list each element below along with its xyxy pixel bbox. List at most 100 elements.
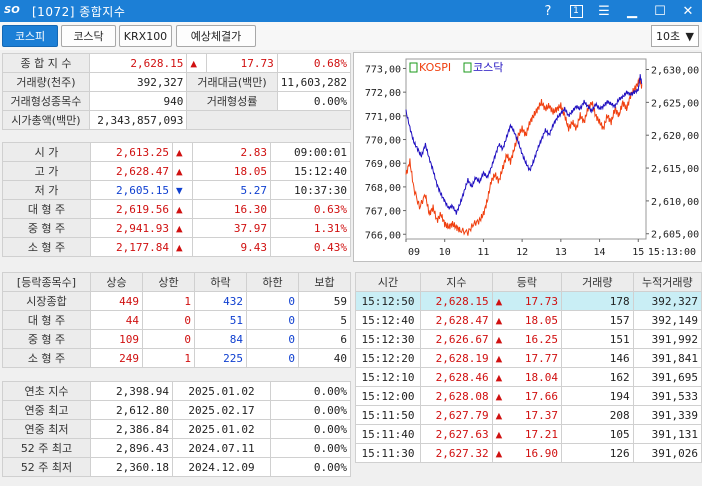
tick-cum-volume: 391,841 xyxy=(632,348,702,368)
table-row: 대 형 주 2,619.56 ▲ 16.30 0.63% xyxy=(2,199,351,219)
traded-issues-value: 940 xyxy=(88,91,188,111)
chart-svg: 773,00 772,00 771,00 770,00 769,00 768,00 767,… xyxy=(365,58,699,258)
lower-limit-value: 0 xyxy=(246,310,299,330)
tick-cum-volume: 391,026 xyxy=(632,443,702,463)
table-row: 중 형 주 2,941.93 ▲ 37.97 1.31% xyxy=(2,218,351,238)
tick-change: 16.90 xyxy=(524,446,559,460)
ohlc-label: 시 가 xyxy=(2,142,91,162)
tick-time: 15:12:30 xyxy=(354,329,422,349)
menu-icon[interactable]: ☰ xyxy=(590,0,618,22)
single-window-label: 1 xyxy=(569,4,583,18)
tab-kosdaq[interactable]: 코스닥 xyxy=(61,25,116,47)
y-right-tick-label: 2,615,00 xyxy=(651,164,699,175)
y-right-tick-label: 2,610,00 xyxy=(651,197,699,208)
intraday-chart[interactable]: 773,00 772,00 771,00 770,00 769,00 768,00 767,… xyxy=(353,52,702,262)
chevron-down-icon: ▼ xyxy=(685,29,694,43)
annual-table: 연초 지수 2,398.94 2025.01.02 0.00% 연중 최고 2,612.8… xyxy=(2,381,351,477)
x-tick-label: 12 xyxy=(516,247,528,258)
up-arrow-icon: ▲ 17.73 xyxy=(491,291,563,311)
tab-kospi[interactable]: 코스피 xyxy=(2,25,58,47)
y-left-tick-label: 767,00 xyxy=(365,207,401,218)
tick-time: 15:12:50 xyxy=(354,291,422,311)
table-row: [등락종목수] 상승 상한 하락 하한 보합 xyxy=(2,272,351,292)
table-row: 15:12:30 2,626.67 ▲ 16.25 151 391,992 xyxy=(354,329,702,349)
ticks-header: 누적거래량 xyxy=(632,272,702,292)
up-arrow-icon: ▲ xyxy=(172,199,193,219)
tick-time: 15:12:00 xyxy=(354,386,422,406)
annual-label: 연초 지수 xyxy=(2,381,91,401)
annual-rate: 0.00% xyxy=(270,457,351,477)
volume-value: 392,327 xyxy=(88,72,188,92)
tick-volume: 105 xyxy=(561,424,634,444)
lower-limit-value: 0 xyxy=(246,291,299,311)
ohlc-value: 2,605.15 xyxy=(90,180,173,200)
legend-kosdaq: 코스닥 xyxy=(473,61,503,74)
table-row: 연중 최고 2,612.80 2025.02.17 0.00% xyxy=(2,400,351,420)
annual-rate: 0.00% xyxy=(270,381,351,401)
interval-value: 10초 xyxy=(656,30,681,43)
tick-volume: 208 xyxy=(561,405,634,425)
summary-label: 거래형성종목수 xyxy=(2,91,90,111)
tick-cum-volume: 391,695 xyxy=(632,367,702,387)
tick-change: 17.21 xyxy=(524,427,559,441)
tick-cum-volume: 391,992 xyxy=(632,329,702,349)
ohlc-value: 2,628.47 xyxy=(90,161,173,181)
ohlc-rate: 1.31% xyxy=(270,218,351,238)
tick-cum-volume: 392,327 xyxy=(632,291,702,311)
up-arrow-icon: ▲ xyxy=(172,218,193,238)
annual-date: 2025.01.02 xyxy=(172,419,271,439)
close-icon[interactable]: ✕ xyxy=(674,0,702,22)
tick-cum-volume: 391,533 xyxy=(632,386,702,406)
ohlc-change: 5.27 xyxy=(192,180,271,200)
table-row: 15:12:50 2,628.15 ▲ 17.73 178 392,327 xyxy=(354,291,702,311)
tab-expected-price[interactable]: 예상체결가 xyxy=(176,25,256,47)
annual-index: 2,896.43 xyxy=(90,438,173,458)
breadth-label: 소 형 주 xyxy=(2,348,91,368)
tick-time: 15:11:30 xyxy=(354,443,422,463)
breadth-label: 시장종합 xyxy=(2,291,91,311)
tick-volume: 151 xyxy=(561,329,634,349)
y-left-tick-label: 770,00 xyxy=(365,136,401,147)
up-arrow-icon: ▲ 18.05 xyxy=(491,310,563,330)
ohlc-label: 대 형 주 xyxy=(2,199,91,219)
window-title: [1072] 종합지수 xyxy=(32,4,126,19)
ohlc-label: 중 형 주 xyxy=(2,218,91,238)
plot-area xyxy=(405,58,647,240)
table-row: 종 합 지 수 2,628.15 ▲ 17.73 0.68% xyxy=(2,53,352,73)
ohlc-rate: 0.43% xyxy=(270,237,351,257)
tick-index: 2,628.47 xyxy=(420,310,493,330)
table-row: 연초 지수 2,398.94 2025.01.02 0.00% xyxy=(2,381,351,401)
tick-index: 2,628.15 xyxy=(420,291,493,311)
minimize-icon[interactable]: ▁ xyxy=(618,0,646,22)
single-window-icon[interactable]: 1 xyxy=(562,0,590,22)
upper-limit-value: 0 xyxy=(142,329,195,349)
annual-label: 52 주 최저 xyxy=(2,457,91,477)
toolbar: 코스피 코스닥 KRX100 예상체결가 10초 ▼ xyxy=(0,22,702,50)
unchanged-value: 6 xyxy=(298,329,351,349)
annual-date: 2025.01.02 xyxy=(172,381,271,401)
ohlc-change: 9.43 xyxy=(192,237,271,257)
tab-krx100[interactable]: KRX100 xyxy=(119,25,172,47)
tick-index: 2,626.67 xyxy=(420,329,493,349)
summary-label: 거래형성률 xyxy=(186,91,278,111)
x-tick-label: 09 xyxy=(408,247,420,258)
table-row: 52 주 최저 2,360.18 2024.12.09 0.00% xyxy=(2,457,351,477)
maximize-icon[interactable]: ☐ xyxy=(646,0,674,22)
tick-change: 18.04 xyxy=(524,370,559,384)
x-tick-label: 11 xyxy=(477,247,489,258)
tick-change: 16.25 xyxy=(524,332,559,346)
annual-date: 2024.12.09 xyxy=(172,457,271,477)
interval-select[interactable]: 10초 ▼ xyxy=(651,25,699,47)
table-row: 15:11:30 2,627.32 ▲ 16.90 126 391,026 xyxy=(354,443,702,463)
ohlc-value: 2,941.93 xyxy=(90,218,173,238)
tick-cum-volume: 391,339 xyxy=(632,405,702,425)
help-icon[interactable]: ? xyxy=(534,0,562,22)
ticks-header: 등락 xyxy=(491,272,563,292)
trade-rate-value: 0.00% xyxy=(276,91,352,111)
table-row: 연중 최저 2,386.84 2025.01.02 0.00% xyxy=(2,419,351,439)
y-left-tick-label: 768,00 xyxy=(365,183,401,194)
ohlc-time: 10:37:30 xyxy=(270,180,351,200)
ticks-header: 거래량 xyxy=(561,272,634,292)
annual-rate: 0.00% xyxy=(270,438,351,458)
up-arrow-icon: ▲ 17.77 xyxy=(491,348,563,368)
